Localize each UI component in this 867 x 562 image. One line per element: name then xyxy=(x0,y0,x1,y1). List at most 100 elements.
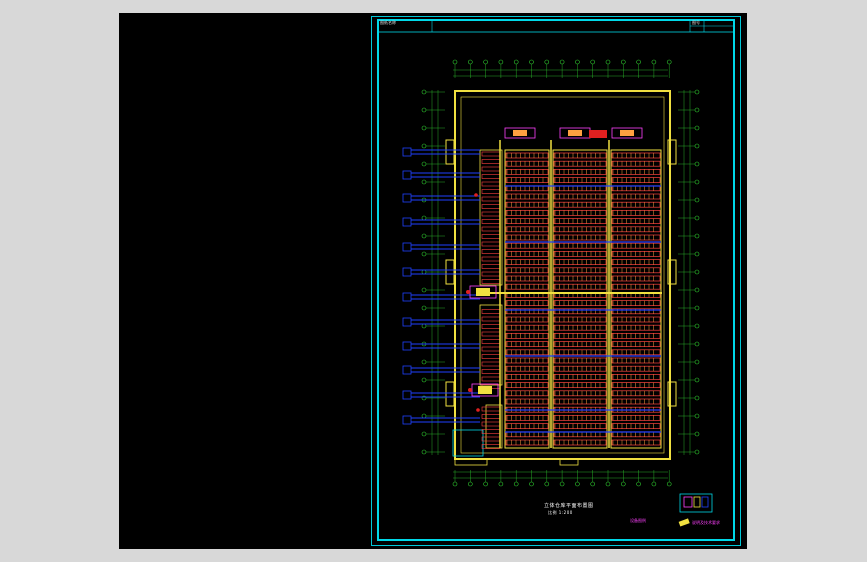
axis-bubble xyxy=(694,197,700,203)
rack-row xyxy=(505,333,549,339)
rack-row xyxy=(611,349,661,356)
axis-bubble xyxy=(590,481,596,487)
axis-bubble xyxy=(694,287,700,293)
grid-axis-right xyxy=(678,89,700,455)
axis-bubble xyxy=(694,395,700,401)
side-rack-row xyxy=(481,331,501,337)
axis-bubble xyxy=(421,287,427,293)
rack-row xyxy=(505,316,549,323)
loading-dock xyxy=(402,292,412,302)
axis-bubble xyxy=(498,59,504,65)
loading-dock xyxy=(402,147,412,157)
side-rack-row xyxy=(481,324,501,329)
axis-bubble xyxy=(421,89,427,95)
axis-bubble xyxy=(575,59,580,65)
rack-row xyxy=(505,234,549,241)
axis-bubble xyxy=(452,481,458,487)
axis-bubble xyxy=(498,481,504,487)
side-rack-row xyxy=(481,226,501,232)
axis-bubble xyxy=(421,269,427,275)
rack-row xyxy=(553,439,607,446)
rack-row xyxy=(553,226,607,233)
rack-row xyxy=(611,324,661,331)
rack-row xyxy=(611,251,661,257)
axis-bubble xyxy=(421,449,427,455)
rack-row xyxy=(553,382,607,388)
axis-bubble xyxy=(694,377,700,383)
control-station xyxy=(589,130,607,138)
rack-row xyxy=(505,341,549,347)
rack-row xyxy=(553,398,607,405)
side-rack-row xyxy=(481,369,501,374)
rack-row xyxy=(553,267,607,274)
rack-row xyxy=(611,160,661,167)
title-block-name: 图纸名称 xyxy=(380,20,396,25)
stacker-crane-body xyxy=(568,130,582,136)
axis-bubble xyxy=(544,481,550,487)
rack-row xyxy=(553,357,607,364)
side-rack-row xyxy=(481,174,501,179)
axis-bubble xyxy=(421,359,427,365)
pickup-point xyxy=(476,408,480,412)
stacker-crane-body xyxy=(513,130,527,136)
rack-row xyxy=(611,439,661,446)
axis-bubble xyxy=(694,449,700,455)
axis-bubble xyxy=(694,431,700,437)
loading-dock xyxy=(402,170,412,180)
rack-row xyxy=(505,439,549,446)
rack-row xyxy=(505,259,549,265)
side-rack-row xyxy=(481,429,501,434)
rack-row xyxy=(553,415,607,421)
rack-row xyxy=(553,333,607,339)
stacker-crane-body xyxy=(620,130,634,136)
rack-row xyxy=(505,177,549,183)
axis-bubble xyxy=(636,481,641,487)
rack-row xyxy=(505,283,549,290)
side-rack-row xyxy=(481,339,501,344)
side-rack-row xyxy=(481,159,501,164)
axis-bubble xyxy=(694,359,700,365)
pickup-point xyxy=(468,388,472,392)
rack-row xyxy=(611,398,661,405)
rack-row xyxy=(505,193,549,200)
rack-row xyxy=(505,152,549,159)
axis-bubble xyxy=(559,481,565,487)
rack-row xyxy=(505,382,549,388)
axis-bubble xyxy=(513,59,519,65)
axis-bubble xyxy=(636,59,641,65)
rack-row xyxy=(611,333,661,339)
rack-row xyxy=(553,169,607,175)
rack-row xyxy=(505,349,549,356)
rack-row xyxy=(505,275,549,282)
rack-row xyxy=(611,210,661,216)
side-rack-row xyxy=(481,151,501,157)
side-rack-row xyxy=(481,406,501,412)
rack-row xyxy=(505,374,549,380)
rack-row xyxy=(553,341,607,347)
rack-row xyxy=(505,201,549,208)
side-rack-row xyxy=(481,196,501,202)
loading-dock xyxy=(402,390,412,400)
loading-dock xyxy=(402,217,412,227)
loading-dock xyxy=(402,317,412,327)
title-block-number: 图号 xyxy=(692,20,700,25)
rack-row xyxy=(553,365,607,372)
rack-row xyxy=(611,275,661,282)
rack-row xyxy=(553,374,607,380)
axis-bubble xyxy=(421,143,427,149)
rack-row xyxy=(505,423,549,429)
grid-axis-left xyxy=(421,89,445,455)
axis-bubble xyxy=(513,481,519,487)
axis-bubble xyxy=(694,341,700,347)
axis-bubble xyxy=(421,215,427,221)
drawing-main-title: 立体仓库平面布置图 xyxy=(544,503,594,509)
axis-bubble xyxy=(421,377,427,383)
axis-bubble xyxy=(421,305,427,311)
grid-axis-top xyxy=(452,59,672,78)
axis-bubble xyxy=(694,89,700,95)
rack-row xyxy=(553,324,607,331)
axis-bubble xyxy=(452,59,458,65)
rack-row xyxy=(553,193,607,200)
side-rack-row xyxy=(481,256,501,262)
grid-axis-bottom xyxy=(452,470,672,487)
